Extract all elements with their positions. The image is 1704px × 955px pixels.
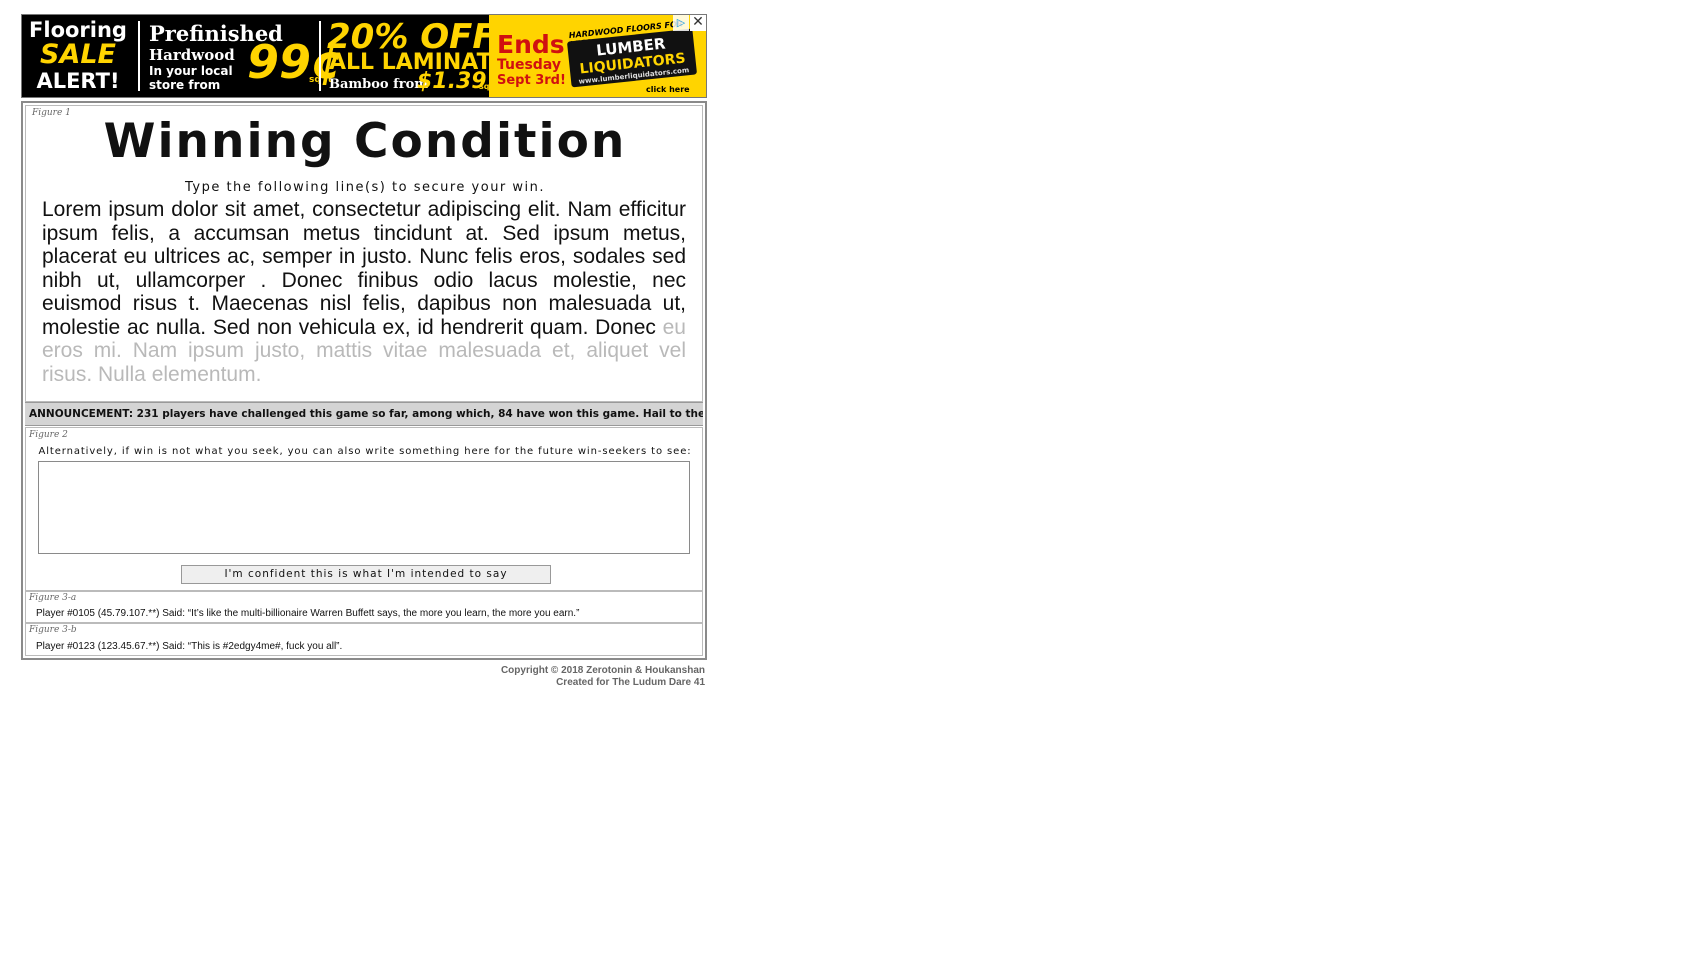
game-panel: Figure 1 Winning Condition Type the foll… — [21, 101, 707, 660]
ad-banner[interactable]: Flooring SALE ALERT! Prefinished Hardwoo… — [21, 14, 707, 98]
figure-label: Figure 2 — [29, 430, 68, 440]
message-input[interactable] — [38, 461, 690, 554]
ad-bamboo-price: $1.39 — [417, 69, 487, 94]
ad-prefinished-block: Prefinished Hardwood In your local store… — [149, 15, 343, 97]
ad-bamboo: Bamboo from — [329, 77, 428, 92]
message-section: Figure 2 Alternatively, if win is not wh… — [25, 427, 703, 591]
copyright-text: Copyright © 2018 Zerotonin & Houkanshan — [500, 665, 705, 676]
footer: Copyright © 2018 Zerotonin & Houkanshan … — [21, 665, 705, 689]
ad-sale-line1: Flooring — [29, 18, 127, 42]
winning-condition-section: Figure 1 Winning Condition Type the foll… — [25, 105, 703, 402]
announcement-ticker: ANNOUNCEMENT: 231 players have challenge… — [25, 402, 703, 426]
instruction-text: Type the following line(s) to secure you… — [184, 180, 546, 195]
ad-laminate-block: 20% OFF ALL LAMINATE Bamboo from $1.39 s… — [327, 15, 512, 97]
ad-sale-line3: ALERT! — [36, 69, 120, 93]
typed-text: Lorem ipsum dolor sit amet, consectetur … — [42, 198, 686, 339]
ad-hardwood: Hardwood — [149, 46, 235, 64]
ad-ends1: Ends — [497, 30, 565, 59]
ad-ends3: Sept 3rd! — [497, 73, 566, 88]
message-prompt: Alternatively, if win is not what you se… — [38, 446, 692, 457]
close-icon[interactable]: ✕ — [690, 15, 706, 31]
ad-local1: In your local — [149, 64, 233, 78]
ad-choices-icon[interactable]: ▷ — [673, 15, 689, 31]
ad-local2: store from — [149, 78, 221, 92]
typing-passage: Lorem ipsum dolor sit amet, consectetur … — [42, 198, 686, 386]
ad-click-here-link[interactable]: click here — [646, 85, 690, 94]
comment-item: Figure 3-b Player #0123 (123.45.67.**) S… — [25, 623, 703, 656]
ad-divider — [138, 21, 140, 91]
ad-ends2: Tuesday — [497, 57, 561, 73]
comment-text: Player #0105 (45.79.107.**) Said: “It’s … — [36, 608, 580, 619]
comment-text: Player #0123 (123.45.67.**) Said: “This … — [36, 641, 343, 652]
credit-text: Created for The Ludum Dare 41 — [556, 677, 705, 688]
page-title: Winning Condition — [103, 114, 627, 169]
ad-sale-line2: SALE — [40, 39, 116, 70]
figure-label: Figure 3-b — [29, 625, 77, 635]
ad-divider — [319, 21, 321, 91]
submit-message-button[interactable]: I'm confident this is what I'm intended … — [181, 565, 551, 584]
ad-sale-block: Flooring SALE ALERT! — [22, 15, 134, 97]
figure-label: Figure 3-a — [29, 593, 77, 603]
comment-item: Figure 3-a Player #0105 (45.79.107.**) S… — [25, 591, 703, 623]
